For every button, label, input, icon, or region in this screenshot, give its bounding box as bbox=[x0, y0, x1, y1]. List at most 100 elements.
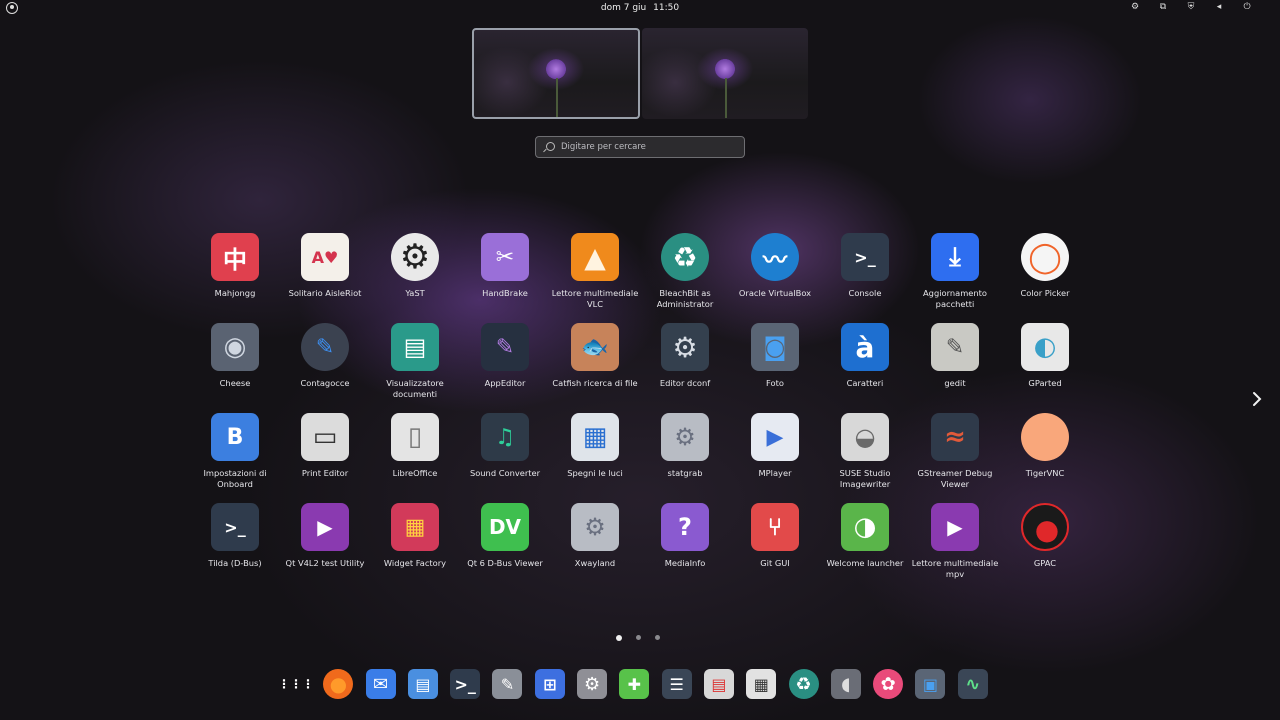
dock-extensions-icon[interactable]: ✚ bbox=[619, 669, 650, 699]
app-label: Cheese bbox=[219, 378, 251, 388]
calculator-icon: ▦ bbox=[753, 674, 769, 694]
app-tile-catfish-ricerca-di-file[interactable]: 🐟 Catfish ricerca di file bbox=[550, 318, 640, 408]
dock-software-store-icon[interactable]: ⊞ bbox=[534, 669, 565, 699]
app-tile-aggiornamento-pacchetti[interactable]: ⤓ Aggiornamento pacchetti bbox=[910, 228, 1000, 318]
clock[interactable]: dom 7 giu 11:50 bbox=[0, 3, 1280, 13]
app-tile-handbrake[interactable]: ✂ HandBrake bbox=[460, 228, 550, 318]
dock-mail-icon[interactable]: ✉ bbox=[365, 669, 396, 699]
app-tile-editor-dconf[interactable]: ⚙ Editor dconf bbox=[640, 318, 730, 408]
dock-shredder-icon[interactable]: ▤ bbox=[703, 669, 734, 699]
page-dot-2[interactable] bbox=[636, 635, 641, 640]
shield-icon[interactable]: ⛨ bbox=[1186, 2, 1196, 12]
libreoffice-icon: ▯ bbox=[391, 413, 439, 461]
app-tile-console[interactable]: >_ Console bbox=[820, 228, 910, 318]
dock-firefox-icon[interactable]: ● bbox=[323, 669, 354, 699]
app-label: Solitario AisleRiot bbox=[288, 288, 362, 298]
app-tile-tigervnc[interactable]: TigerVNC bbox=[1000, 408, 1090, 498]
dock-audio-icon[interactable]: ◖ bbox=[830, 669, 861, 699]
dock-file-cabinet-icon[interactable]: ▤ bbox=[407, 669, 438, 699]
extensions-icon: ✚ bbox=[627, 674, 642, 694]
app-tile-mediainfo[interactable]: ? MediaInfo bbox=[640, 498, 730, 588]
app-tile-appeditor[interactable]: ✎ AppEditor bbox=[460, 318, 550, 408]
remote-desktop-icon: ▣ bbox=[922, 674, 939, 694]
app-label: Print Editor bbox=[301, 468, 349, 478]
app-tile-gstreamer-debug-viewer[interactable]: ≈ GStreamer Debug Viewer bbox=[910, 408, 1000, 498]
statgrab-icon: ⚙ bbox=[661, 413, 709, 461]
app-tile-tilda-d-bus[interactable]: >_ Tilda (D-Bus) bbox=[190, 498, 280, 588]
search-input[interactable]: Digitare per cercare bbox=[535, 136, 745, 158]
app-tile-visualizzatore-documenti[interactable]: ▤ Visualizzatore documenti bbox=[370, 318, 460, 408]
dock-system-monitor-icon[interactable]: ∿ bbox=[957, 669, 988, 699]
app-tile-mplayer[interactable]: ▶ MPlayer bbox=[730, 408, 820, 498]
app-tile-gpac[interactable]: ● GPAC bbox=[1000, 498, 1090, 588]
app-tile-color-picker[interactable]: ◯ Color Picker bbox=[1000, 228, 1090, 318]
page-dot-1[interactable] bbox=[616, 634, 622, 641]
app-label: Lettore multimediale mpv bbox=[911, 558, 999, 579]
system-tray[interactable]: ⚙ ⧉ ⛨ ◂ ⏻ bbox=[1130, 2, 1252, 12]
app-tile-git-gui[interactable]: ⑂ Git GUI bbox=[730, 498, 820, 588]
dock-bleachbit-icon[interactable]: ♻ bbox=[788, 669, 819, 699]
volume-icon[interactable]: ◂ bbox=[1214, 2, 1224, 12]
screen-share-icon[interactable]: ⧉ bbox=[1158, 2, 1168, 12]
app-tile-bleachbit-as-administrator[interactable]: ♻ BleachBit as Administrator bbox=[640, 228, 730, 318]
gpac-icon: ● bbox=[1021, 503, 1069, 551]
app-tile-welcome-launcher[interactable]: ◑ Welcome launcher bbox=[820, 498, 910, 588]
app-tile-gparted[interactable]: ◐ GParted bbox=[1000, 318, 1090, 408]
app-tile-solitario-aisleriot[interactable]: A♥ Solitario AisleRiot bbox=[280, 228, 370, 318]
app-tile-yast[interactable]: ⚙ YaST bbox=[370, 228, 460, 318]
shredder-icon: ▤ bbox=[711, 674, 727, 694]
app-tile-lettore-multimediale-vlc[interactable]: ▲ Lettore multimediale VLC bbox=[550, 228, 640, 318]
tigervnc-icon bbox=[1021, 413, 1069, 461]
app-tile-qt-6-d-bus-viewer[interactable]: DV Qt 6 D-Bus Viewer bbox=[460, 498, 550, 588]
app-tile-impostazioni-di-onboard[interactable]: B Impostazioni di Onboard bbox=[190, 408, 280, 498]
power-icon[interactable]: ⏻ bbox=[1242, 2, 1252, 12]
app-tile-xwayland[interactable]: ⚙ Xwayland bbox=[550, 498, 640, 588]
dock-show-apps-icon[interactable]: ⋮⋮⋮ bbox=[281, 669, 311, 699]
dock-tweaks-icon[interactable]: ☰ bbox=[661, 669, 692, 699]
dock-remote-desktop-icon[interactable]: ▣ bbox=[915, 669, 946, 699]
cards-icon: A♥ bbox=[301, 233, 349, 281]
settings-gear-icon: ⚙ bbox=[584, 673, 601, 695]
dock-document-edit-icon[interactable]: ✎ bbox=[492, 669, 523, 699]
app-tile-cheese[interactable]: ◉ Cheese bbox=[190, 318, 280, 408]
app-tile-lettore-multimediale-mpv[interactable]: ▶ Lettore multimediale mpv bbox=[910, 498, 1000, 588]
app-label: gedit bbox=[944, 378, 966, 388]
top-bar: dom 7 giu 11:50 ⚙ ⧉ ⛨ ◂ ⏻ bbox=[0, 0, 1280, 18]
opensuse-icon: ◑ bbox=[841, 503, 889, 551]
suse-disk-icon: ◒ bbox=[841, 413, 889, 461]
waveform-icon: 〰 bbox=[751, 233, 799, 281]
app-label: Editor dconf bbox=[659, 378, 711, 388]
app-label: AppEditor bbox=[484, 378, 526, 388]
app-tile-widget-factory[interactable]: ▦ Widget Factory bbox=[370, 498, 460, 588]
app-tile-foto[interactable]: ◙ Foto bbox=[730, 318, 820, 408]
app-tile-oracle-virtualbox[interactable]: 〰 Oracle VirtualBox bbox=[730, 228, 820, 318]
dock-terminal-icon[interactable]: >_ bbox=[450, 669, 481, 699]
app-tile-contagocce[interactable]: ✎ Contagocce bbox=[280, 318, 370, 408]
app-label: GParted bbox=[1028, 378, 1062, 388]
app-tile-qt-v4l2-test-utility[interactable]: ▶ Qt V4L2 test Utility bbox=[280, 498, 370, 588]
app-tile-caratteri[interactable]: à Caratteri bbox=[820, 318, 910, 408]
app-label: Git GUI bbox=[760, 558, 790, 568]
terminal-icon: >_ bbox=[841, 233, 889, 281]
app-tile-statgrab[interactable]: ⚙ statgrab bbox=[640, 408, 730, 498]
dock-flower-icon[interactable]: ✿ bbox=[873, 669, 904, 699]
app-tile-mahjongg[interactable]: 中 Mahjongg bbox=[190, 228, 280, 318]
app-tile-spegni-le-luci[interactable]: ▦ Spegni le luci bbox=[550, 408, 640, 498]
app-label: Caratteri bbox=[846, 378, 884, 388]
gstreamer-icon: ≈ bbox=[931, 413, 979, 461]
app-tile-libreoffice[interactable]: ▯ LibreOffice bbox=[370, 408, 460, 498]
app-tile-gedit[interactable]: ✎ gedit bbox=[910, 318, 1000, 408]
dock-settings-gear-icon[interactable]: ⚙ bbox=[577, 669, 608, 699]
app-label: YaST bbox=[405, 288, 425, 298]
next-page-icon[interactable] bbox=[1250, 391, 1264, 407]
workspace-thumbnail-1[interactable] bbox=[472, 28, 640, 119]
settings-icon[interactable]: ⚙ bbox=[1130, 2, 1140, 12]
app-label: Contagocce bbox=[300, 378, 350, 388]
app-tile-sound-converter[interactable]: ♫ Sound Converter bbox=[460, 408, 550, 498]
dock-calculator-icon[interactable]: ▦ bbox=[746, 669, 777, 699]
photo-camera-icon: ◙ bbox=[751, 323, 799, 371]
page-dot-3[interactable] bbox=[655, 635, 660, 640]
app-tile-print-editor[interactable]: ▭ Print Editor bbox=[280, 408, 370, 498]
app-tile-suse-studio-imagewriter[interactable]: ◒ SUSE Studio Imagewriter bbox=[820, 408, 910, 498]
workspace-thumbnail-2[interactable] bbox=[642, 28, 808, 119]
